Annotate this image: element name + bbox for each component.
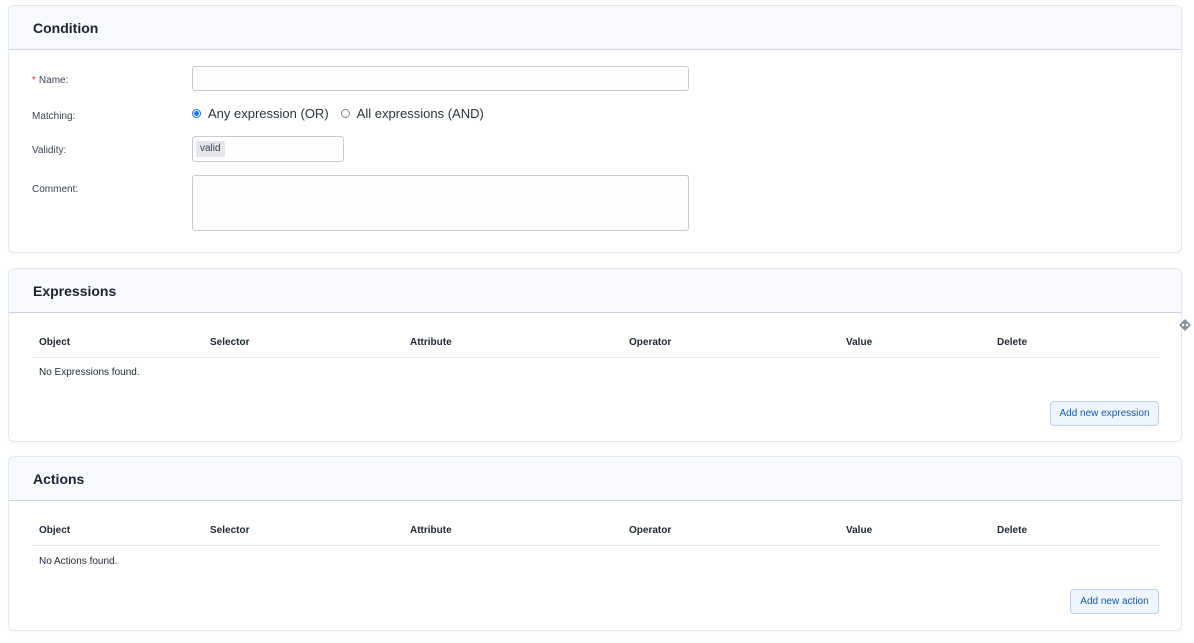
column-value: Value bbox=[846, 337, 873, 348]
condition-title: Condition bbox=[9, 6, 1181, 50]
matching-label: Matching: bbox=[32, 111, 76, 122]
drag-handle-icon[interactable] bbox=[1178, 318, 1192, 332]
validity-label: Validity: bbox=[32, 145, 67, 156]
column-object: Object bbox=[39, 337, 71, 348]
expressions-title: Expressions bbox=[9, 269, 1181, 313]
radio-all-expressions[interactable]: All expressions (AND) bbox=[340, 106, 484, 121]
matching-radio-group: Any expression (OR) All expressions (AND… bbox=[192, 106, 496, 121]
column-delete: Delete bbox=[997, 337, 1028, 348]
actions-empty-message: No Actions found. bbox=[39, 556, 118, 567]
actions-table-header: Object Selector Attribute Operator Value… bbox=[33, 501, 1160, 546]
column-attribute: Attribute bbox=[410, 525, 452, 536]
validity-tag: valid bbox=[196, 141, 225, 157]
column-operator: Operator bbox=[629, 337, 672, 348]
column-object: Object bbox=[39, 525, 71, 536]
column-selector: Selector bbox=[210, 525, 250, 536]
name-input[interactable] bbox=[192, 66, 689, 91]
radio-any-expression[interactable]: Any expression (OR) bbox=[192, 106, 329, 121]
comment-label: Comment: bbox=[32, 184, 79, 195]
column-selector: Selector bbox=[210, 337, 250, 348]
radio-any-label: Any expression (OR) bbox=[208, 106, 329, 121]
add-action-button[interactable]: Add new action bbox=[1070, 589, 1159, 614]
name-label-text: Name: bbox=[38, 75, 69, 86]
radio-all-label: All expressions (AND) bbox=[356, 106, 484, 121]
actions-title: Actions bbox=[9, 457, 1181, 501]
column-value: Value bbox=[846, 525, 873, 536]
expressions-empty-message: No Expressions found. bbox=[39, 367, 140, 378]
actions-panel: Actions Object Selector Attribute Operat… bbox=[8, 456, 1182, 631]
column-delete: Delete bbox=[997, 525, 1028, 536]
column-attribute: Attribute bbox=[410, 337, 452, 348]
validity-select[interactable]: valid bbox=[192, 136, 344, 162]
add-expression-button[interactable]: Add new expression bbox=[1050, 401, 1159, 426]
condition-panel: Condition * Name: Matching: Any expressio… bbox=[8, 5, 1182, 253]
name-label: * Name: bbox=[32, 75, 68, 86]
radio-all-indicator[interactable] bbox=[340, 109, 350, 118]
expressions-table-header: Object Selector Attribute Operator Value… bbox=[33, 313, 1160, 358]
required-mark: * bbox=[32, 75, 36, 86]
radio-any-indicator[interactable] bbox=[192, 109, 201, 118]
comment-textarea[interactable] bbox=[192, 175, 689, 231]
expressions-panel: Expressions Object Selector Attribute Op… bbox=[8, 268, 1182, 442]
column-operator: Operator bbox=[629, 525, 672, 536]
